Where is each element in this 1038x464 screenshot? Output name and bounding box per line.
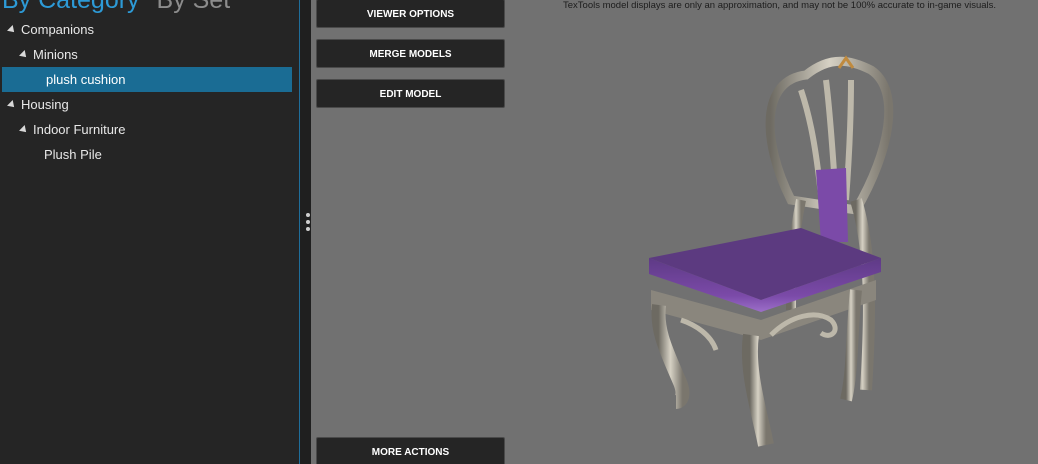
tab-by-set[interactable]: By Set [157, 0, 231, 14]
tree-item-plush-pile[interactable]: Plush Pile [0, 142, 299, 167]
tree-item-indoor-furniture[interactable]: Indoor Furniture [0, 117, 299, 142]
item-tree: Companions Minions plush cushion Housing… [0, 17, 299, 167]
tab-by-category[interactable]: By Category [2, 0, 140, 14]
tree-item-label: Indoor Furniture [33, 122, 126, 137]
splitter-grip-icon[interactable] [306, 213, 310, 233]
expand-arrow-icon[interactable] [19, 50, 29, 60]
expand-arrow-icon[interactable] [7, 100, 17, 110]
expand-arrow-icon[interactable] [19, 125, 29, 135]
more-actions-button[interactable]: MORE ACTIONS [316, 437, 505, 464]
tree-item-minions[interactable]: Minions [0, 42, 299, 67]
tree-item-plush-cushion[interactable]: plush cushion [2, 67, 292, 92]
tree-item-label: Companions [21, 22, 94, 37]
merge-models-button[interactable]: MERGE MODELS [316, 39, 505, 68]
expand-arrow-icon[interactable] [7, 25, 17, 35]
view-tabs: By Category By Set [2, 0, 230, 14]
edit-model-button[interactable]: EDIT MODEL [316, 79, 505, 108]
tree-item-label: Housing [21, 97, 69, 112]
chair-model-render[interactable] [641, 50, 901, 450]
model-viewport[interactable]: TexTools model displays are only an appr… [311, 0, 1038, 464]
viewer-options-button[interactable]: VIEWER OPTIONS [316, 0, 505, 28]
tree-item-housing[interactable]: Housing [0, 92, 299, 117]
tree-item-label: Plush Pile [44, 147, 102, 162]
tree-item-companions[interactable]: Companions [0, 17, 299, 42]
viewer-disclaimer: TexTools model displays are only an appr… [563, 0, 997, 11]
tree-item-label: Minions [33, 47, 78, 62]
item-tree-panel: By Category By Set Companions Minions pl… [0, 0, 300, 464]
tree-item-label: plush cushion [46, 72, 126, 87]
